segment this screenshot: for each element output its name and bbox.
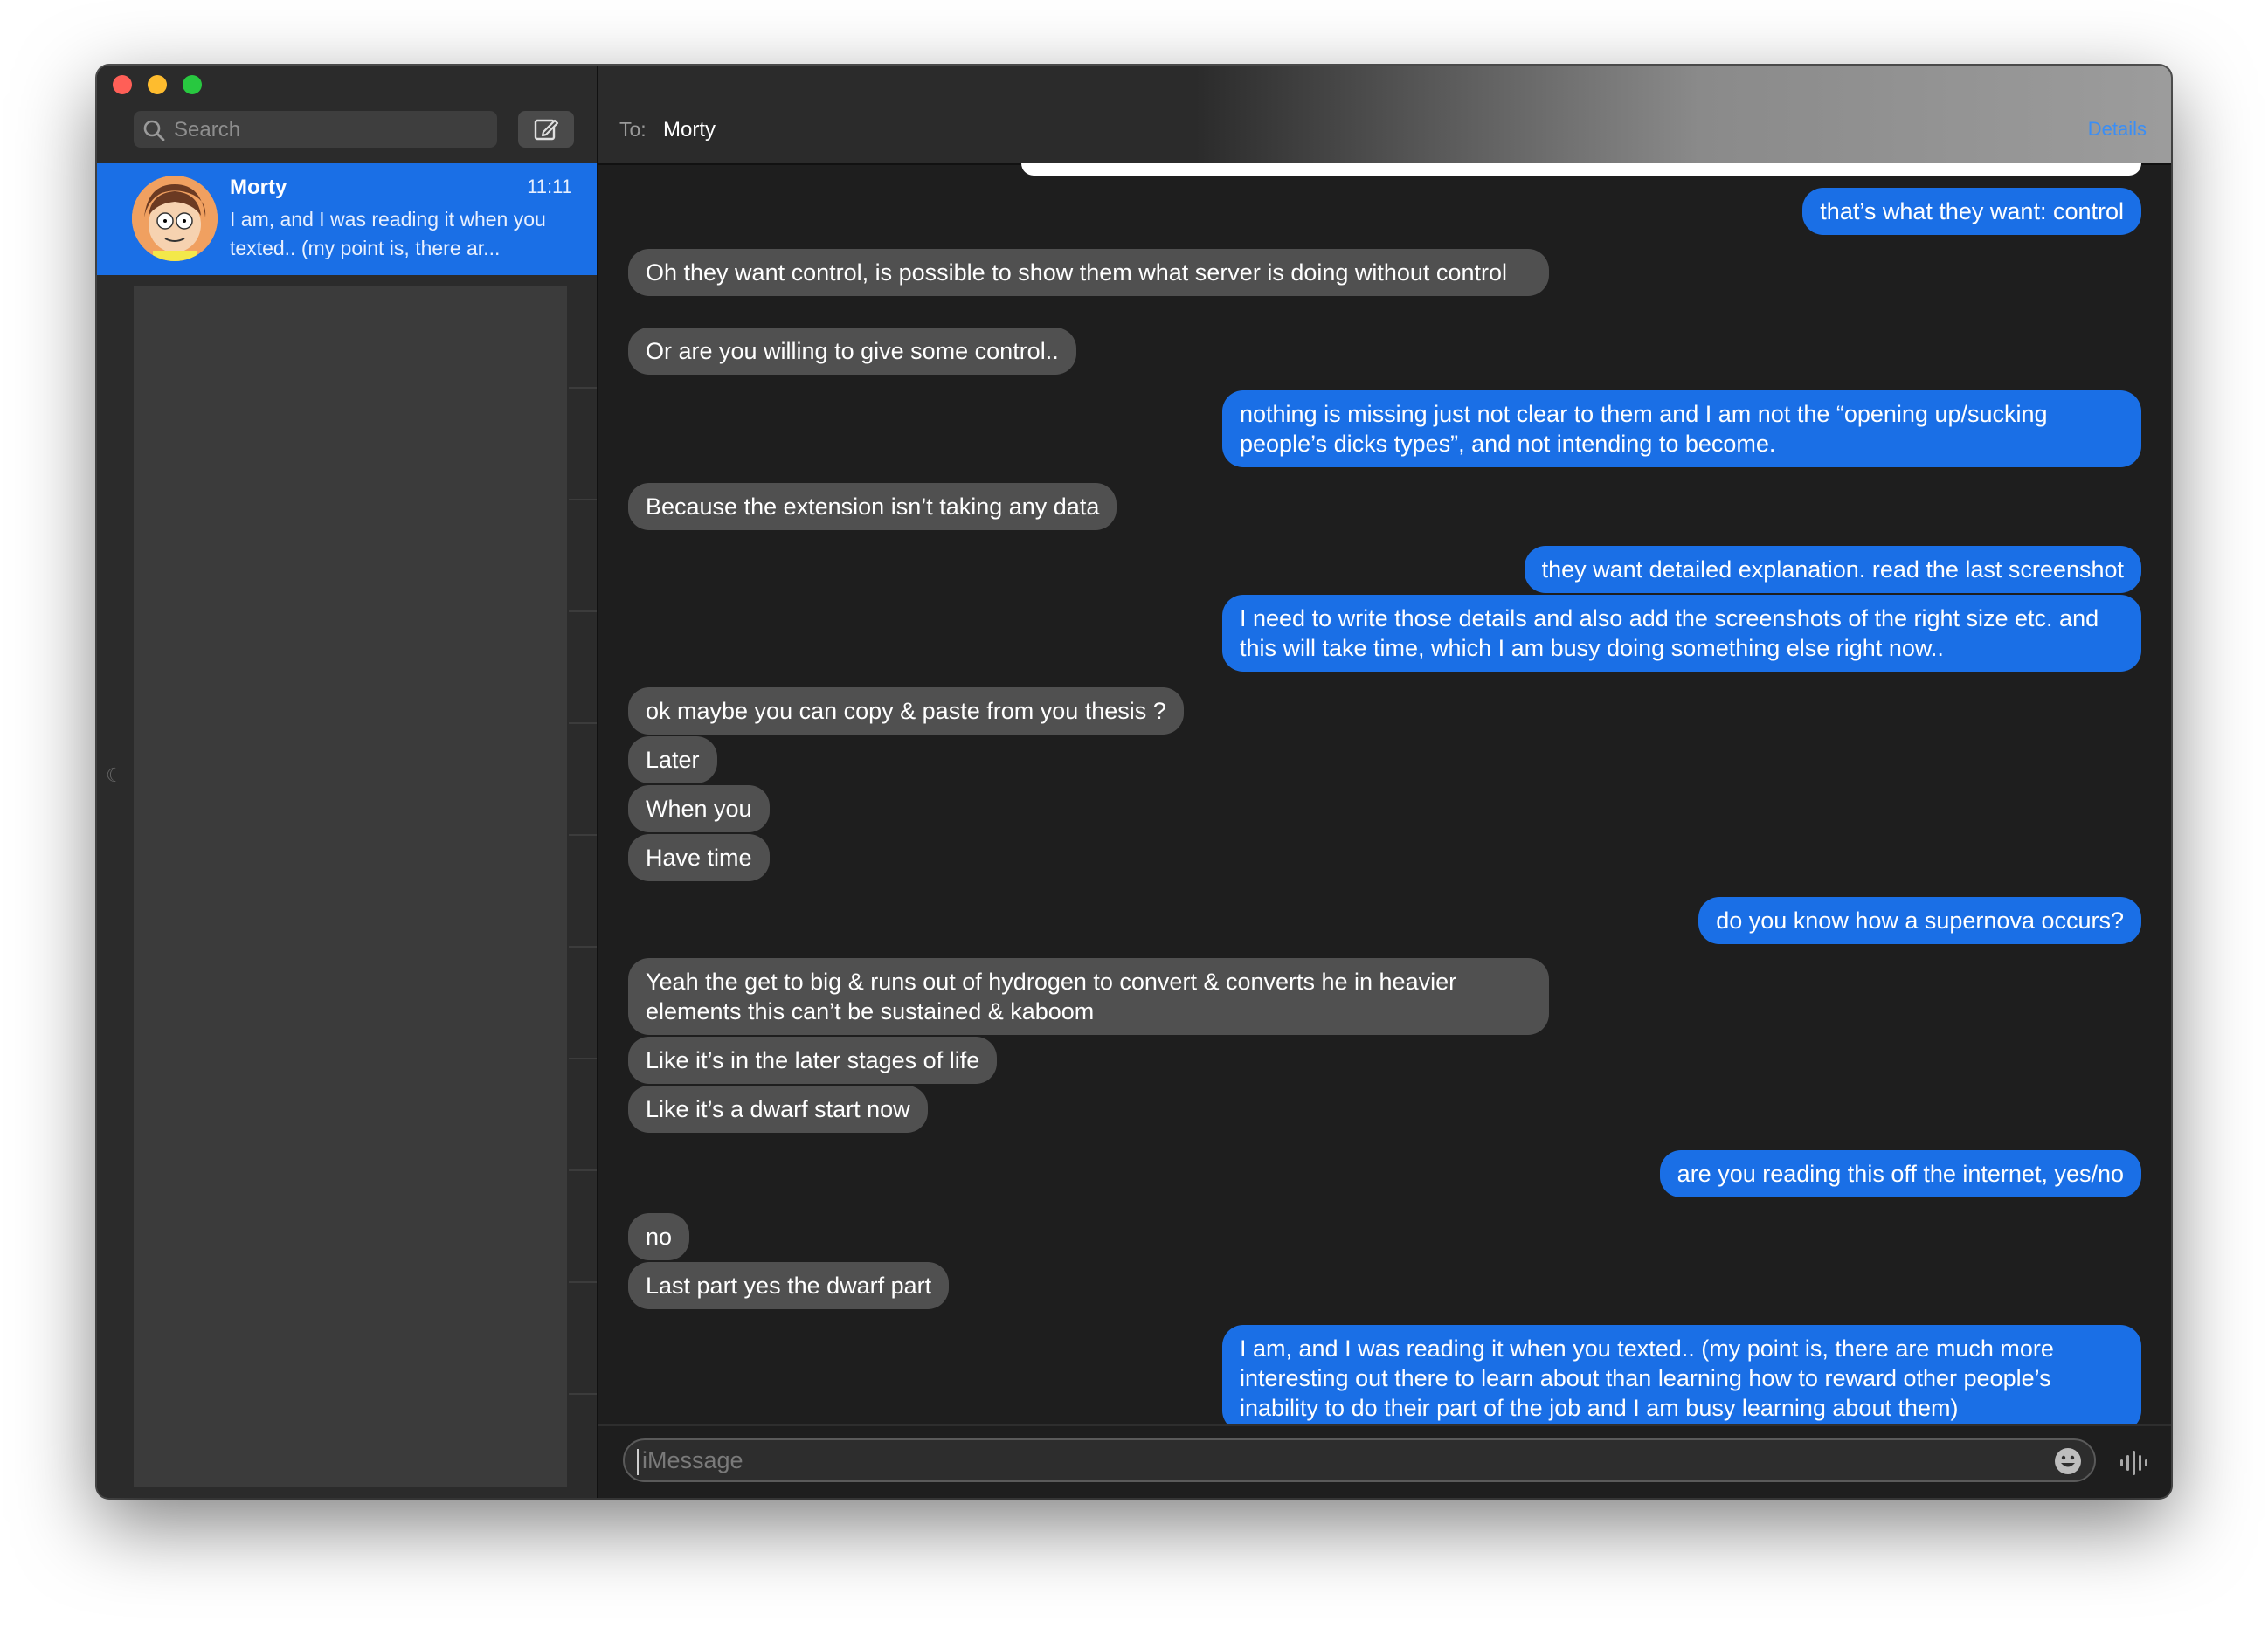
message-incoming[interactable]: Because the extension isn’t taking any d… [628,483,1117,530]
sidebar: Search Morty 11:11 I am, and I was readi… [97,66,598,1498]
message-incoming[interactable]: Like it’s in the later stages of life [628,1037,998,1084]
list-divider [569,722,597,724]
imessage-placeholder: iMessage [642,1447,743,1473]
conversation-header: To: Morty Details [598,66,2171,165]
conversation-time: 11:11 [527,176,572,197]
recipient-name[interactable]: Morty [663,118,716,142]
message-incoming[interactable]: Like it’s a dwarf start now [628,1086,928,1133]
list-divider [569,1169,597,1171]
message-incoming[interactable]: Or are you willing to give some control.… [628,328,1076,375]
audio-waveform-icon[interactable] [2119,1450,2152,1476]
compose-bar: iMessage [598,1424,2171,1498]
message-incoming[interactable]: Yeah the get to big & runs out of hydrog… [628,958,1549,1035]
minimize-window-button[interactable] [148,75,167,94]
list-divider [569,834,597,836]
conversation-preview: I am, and I was reading it when you text… [230,208,546,259]
compose-button[interactable] [518,111,574,148]
messages-window: Search Morty 11:11 I am, and I was readi… [97,66,2171,1498]
close-window-button[interactable] [113,75,132,94]
message-incoming[interactable]: When you [628,785,770,832]
message-incoming[interactable]: no [628,1213,690,1260]
message-incoming[interactable]: Later [628,736,717,783]
zoom-window-button[interactable] [183,75,202,94]
message-incoming[interactable]: ok maybe you can copy & paste from you t… [628,687,1184,735]
message-incoming[interactable]: Last part yes the dwarf part [628,1262,950,1309]
text-caret [637,1449,639,1475]
list-divider [569,610,597,612]
conversation-pane: To: Morty Details that’s what they want:… [598,66,2171,1498]
moon-icon: ☾ [106,764,123,786]
previous-message-edge [1021,163,2141,176]
message-outgoing[interactable]: I am, and I was reading it when you text… [1222,1325,2141,1431]
compose-icon [534,119,559,141]
avatar [132,176,218,261]
message-incoming[interactable]: Oh they want control, is possible to sho… [628,249,1549,296]
message-outgoing[interactable]: that’s what they want: control [1802,188,2141,235]
message-outgoing[interactable]: I need to write those details and also a… [1222,595,2141,672]
list-divider [569,387,597,389]
message-outgoing[interactable]: are you reading this off the internet, y… [1659,1150,2141,1197]
details-button[interactable]: Details [2088,118,2147,141]
message-outgoing[interactable]: they want detailed explanation. read the… [1524,546,2141,593]
list-divider [569,499,597,500]
search-field[interactable]: Search [134,111,497,148]
list-divider [569,946,597,948]
search-placeholder: Search [174,118,241,141]
conversation-item-morty[interactable]: Morty 11:11 I am, and I was reading it w… [97,163,597,275]
message-outgoing[interactable]: do you know how a supernova occurs? [1698,897,2141,944]
list-divider [569,1281,597,1283]
list-divider [569,1058,597,1059]
message-outgoing[interactable]: nothing is missing just not clear to the… [1222,390,2141,467]
conversation-name: Morty [230,176,287,199]
to-label: To: [619,118,647,141]
message-incoming[interactable]: Have time [628,834,770,881]
search-icon [143,120,165,141]
redacted-conversation-list [134,286,567,1487]
list-divider [569,1393,597,1395]
emoji-icon[interactable] [2052,1445,2084,1477]
imessage-input[interactable]: iMessage [623,1438,2096,1482]
